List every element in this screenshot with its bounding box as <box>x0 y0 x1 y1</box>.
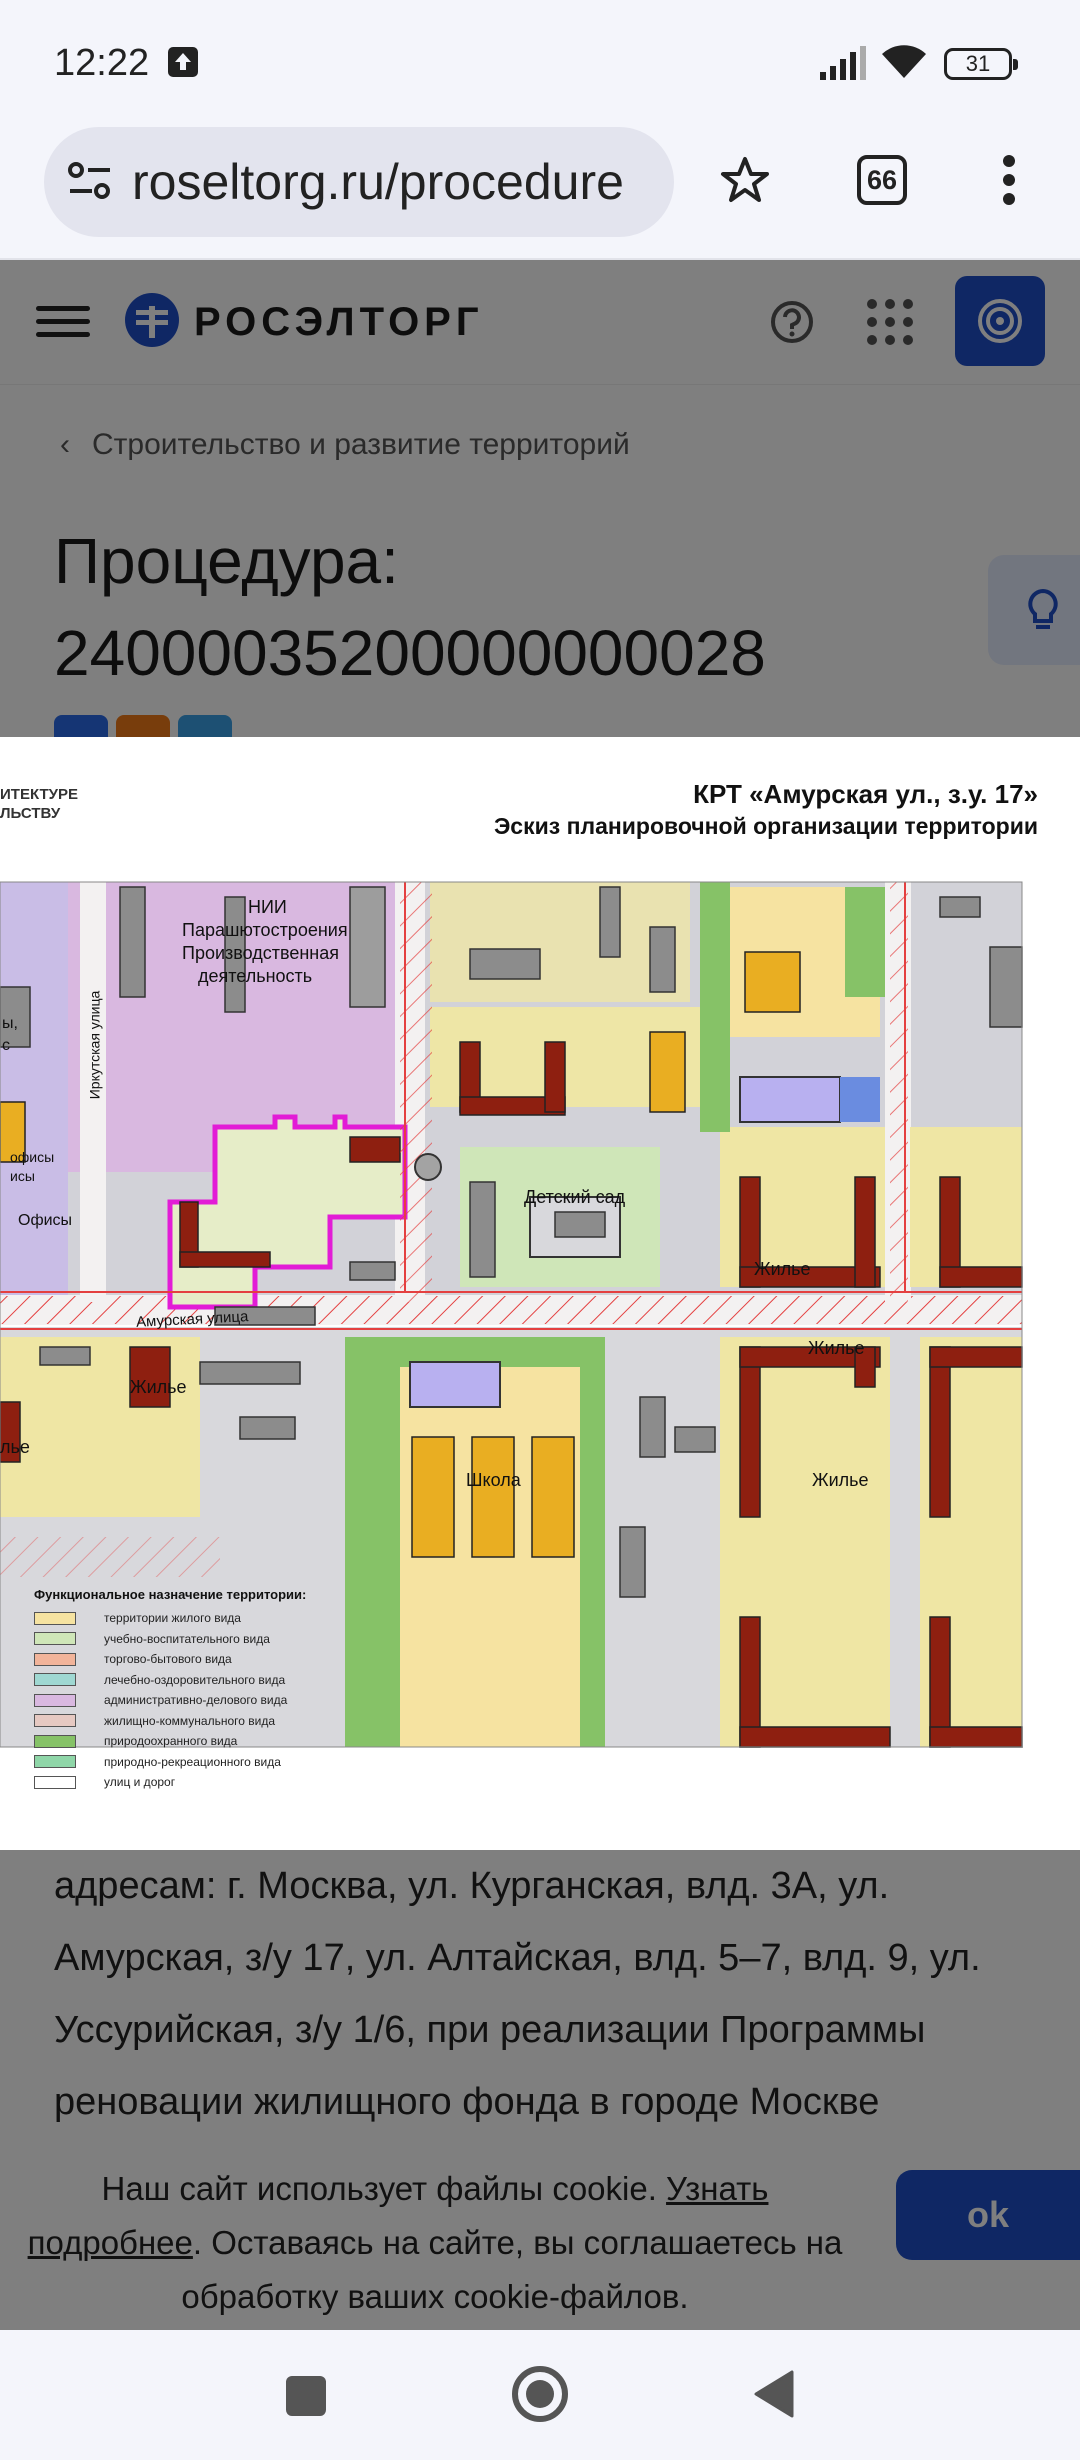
legend-swatch <box>34 1611 76 1625</box>
image-viewer[interactable]: ИТЕКТУРЕ ЛЬСТВУ КРТ «Амурская ул., з.у. … <box>0 737 1080 1850</box>
legend-label: природно-рекреационного вида <box>104 1754 281 1769</box>
legend-item: природно-рекреационного вида <box>34 1752 306 1773</box>
map-title: КРТ «Амурская ул., з.у. 17» <box>693 779 1038 809</box>
tabs-count-button[interactable]: 66 <box>857 155 907 205</box>
map-label-zhilye-3: Жилье <box>130 1377 187 1397</box>
legend-label: природоохранного вида <box>104 1734 238 1749</box>
url-text: roseltorg.ru/procedure <box>132 154 624 210</box>
wifi-icon <box>882 45 926 78</box>
map-label-deyat: деятельность <box>198 966 313 986</box>
status-time: 12:22 <box>54 42 150 84</box>
legend-swatch <box>34 1775 76 1789</box>
map-header-left: ИТЕКТУРЕ ЛЬСТВУ <box>0 785 78 823</box>
legend-item: природоохранного вида <box>34 1731 306 1752</box>
recents-button[interactable] <box>286 2376 326 2416</box>
system-nav-bar <box>0 2330 1080 2460</box>
legend-swatch <box>34 1714 76 1728</box>
signal-icon <box>820 46 866 80</box>
address-bar[interactable]: roseltorg.ru/procedure <box>44 127 674 237</box>
map-label-parashyut: Парашютостроения <box>182 920 348 940</box>
legend-item: административно-делового вида <box>34 1690 306 1711</box>
legend-item: улиц и дорог <box>34 1772 306 1793</box>
map-label-proizv: Производственная <box>182 943 339 963</box>
legend-swatch <box>34 1693 76 1707</box>
map-subtitle: Эскиз планировочной организации территор… <box>493 813 1038 839</box>
legend-label: улиц и дорог <box>104 1775 176 1790</box>
legend-swatch <box>34 1652 76 1666</box>
legend-label: административно-делового вида <box>104 1693 288 1708</box>
map-label-left-s: с <box>2 1037 10 1054</box>
legend-title: Функциональное назначение территории: <box>34 1587 307 1602</box>
browser-toolbar: roseltorg.ru/procedure 66 <box>0 125 1080 260</box>
map-label-ofisy-1: офисы <box>10 1149 55 1165</box>
legend-swatch <box>34 1632 76 1646</box>
legend-swatch <box>34 1673 76 1687</box>
map-label-left-y: ы, <box>2 1015 18 1032</box>
status-bar: 12:22 31 <box>0 0 1080 125</box>
bookmark-star-icon[interactable] <box>720 155 770 205</box>
map-label-zhilye-4: Жилье <box>812 1470 869 1490</box>
back-button-icon[interactable] <box>752 2370 794 2418</box>
legend-label: учебно-воспитательного вида <box>104 1631 270 1646</box>
map-legend: Функциональное назначение территории: те… <box>34 1587 306 1793</box>
map-label-zhilye-2: Жилье <box>808 1338 865 1358</box>
map-label-shkola: Школа <box>466 1470 521 1490</box>
legend-item: жилищно-коммунального вида <box>34 1711 306 1732</box>
legend-swatch <box>34 1734 76 1748</box>
map-label-ofisy-2: исы <box>10 1168 35 1184</box>
upload-icon <box>168 47 198 77</box>
legend-label: территории жилого вида <box>104 1611 241 1626</box>
legend-label: жилищно-коммунального вида <box>104 1713 276 1728</box>
map-header-left-line-1: ИТЕКТУРЕ <box>0 786 78 803</box>
map-label-zhilye-1: Жилье <box>754 1259 811 1279</box>
home-button[interactable] <box>512 2366 568 2422</box>
battery-icon: 31 <box>944 48 1018 80</box>
legend-label: торгово-бытового вида <box>104 1652 232 1667</box>
map-label-nii: НИИ <box>248 897 287 917</box>
legend-label: лечебно-оздоровительного вида <box>104 1672 286 1687</box>
legend-item: лечебно-оздоровительного вида <box>34 1670 306 1691</box>
map-label-zhilye-5: лье <box>0 1437 30 1457</box>
map-label-detsad: Детский сад <box>524 1187 626 1207</box>
legend-item: территории жилого вида <box>34 1608 306 1629</box>
map-label-irkutskaya: Иркутская улица <box>86 990 103 1100</box>
site-info-icon[interactable] <box>68 161 112 201</box>
more-menu-icon[interactable] <box>1002 155 1016 205</box>
legend-item: торгово-бытового вида <box>34 1649 306 1670</box>
legend-item: учебно-воспитательного вида <box>34 1629 306 1650</box>
legend-swatch <box>34 1755 76 1769</box>
map-label-ofisy-3: Офисы <box>18 1212 73 1229</box>
map-header-left-line-2: ЛЬСТВУ <box>0 805 61 822</box>
